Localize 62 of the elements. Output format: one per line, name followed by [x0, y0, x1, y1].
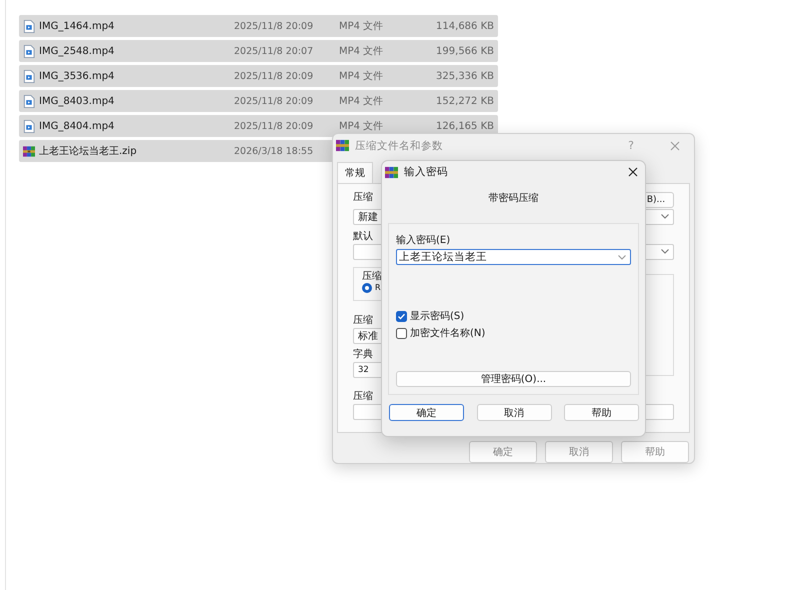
file-size: 325,336 KB — [436, 70, 494, 82]
file-size: 114,686 KB — [436, 20, 494, 32]
file-row[interactable]: IMG_2548.mp4 2025/11/8 20:07 MP4 文件 199,566 KB — [19, 40, 498, 62]
checkbox[interactable] — [396, 310, 407, 322]
archive-icon — [23, 144, 35, 158]
file-type: MP4 文件 — [339, 21, 384, 32]
chevron-down-icon — [661, 249, 669, 254]
file-size: 199,566 KB — [436, 46, 494, 56]
file-name: IMG_1464.mp4 — [39, 20, 114, 32]
chevron-down-icon — [661, 214, 669, 220]
file-size: 126,165 KB — [436, 120, 494, 132]
file-name: IMG_3536.mp4 — [39, 70, 114, 82]
archive-icon — [336, 139, 349, 152]
file-row[interactable]: IMG_8404.mp4 2025/11/8 20:09 MP4 文件 126,165 KB — [19, 115, 498, 137]
modified-date: 2025/11/8 20:09 — [234, 96, 314, 106]
password-field[interactable]: 上老王论坛当老王 — [396, 249, 631, 265]
video-file-icon — [23, 44, 35, 58]
chevron-down-icon — [618, 254, 626, 260]
modified-date: 2025/11/8 20:09 — [234, 70, 314, 82]
archive-icon — [385, 166, 398, 178]
dialog-heading: 带密码压缩 — [488, 192, 540, 206]
field-label: 字典 — [353, 348, 373, 361]
window-title: 压缩文件名和参数 — [355, 138, 444, 153]
file-name: IMG_8403.mp4 — [39, 96, 114, 106]
field-label: 压缩 — [353, 190, 373, 204]
video-file-icon — [23, 94, 35, 108]
field-label: 默认 — [353, 230, 373, 243]
file-type: MP4 文件 — [339, 121, 384, 132]
radio-label: R — [375, 283, 381, 292]
video-file-icon — [23, 70, 35, 82]
checkbox[interactable] — [396, 328, 407, 338]
window-title: 输入密码 — [404, 165, 449, 179]
file-name: 上老王论坛当老王.zip — [39, 144, 137, 158]
file-row[interactable]: IMG_3536.mp4 2025/11/8 20:09 MP4 文件 325,336 KB — [19, 65, 498, 87]
checkbox-label: 显示密码(S) — [410, 310, 464, 323]
modified-date: 2026/3/18 18:55 — [234, 146, 314, 156]
file-row[interactable]: IMG_8403.mp4 2025/11/8 20:09 MP4 文件 152,272 KB — [19, 90, 498, 112]
modified-date: 2025/11/8 20:07 — [234, 46, 314, 56]
field-label: 输入密码(E) — [396, 234, 452, 247]
file-name: IMG_8404.mp4 — [39, 120, 114, 132]
file-name: IMG_2548.mp4 — [39, 46, 114, 56]
manage-passwords-button[interactable]: 管理密码(O)... — [396, 371, 631, 387]
tab[interactable]: 常规 — [337, 162, 373, 183]
field-label: 压缩 — [353, 390, 373, 403]
file-size: 152,272 KB — [436, 96, 494, 106]
modified-date: 2025/11/8 20:09 — [234, 120, 314, 132]
group-label: 压缩 — [362, 270, 382, 282]
checkbox-label: 加密文件名称(N) — [410, 326, 486, 340]
dialog-button[interactable]: 取消 — [476, 404, 552, 421]
video-file-icon — [23, 20, 35, 32]
dialog-button[interactable]: 确定 — [469, 441, 537, 463]
file-type: MP4 文件 — [339, 71, 384, 82]
dialog-button[interactable]: 帮助 — [564, 404, 639, 421]
modified-date: 2025/11/8 20:09 — [234, 20, 314, 32]
file-type: MP4 文件 — [339, 96, 384, 107]
field-label: 压缩 — [353, 314, 373, 327]
file-row[interactable]: IMG_1464.mp4 2025/11/8 20:09 MP4 文件 114,686 KB — [19, 15, 498, 37]
video-file-icon — [23, 120, 35, 132]
close-icon[interactable] — [628, 167, 638, 177]
dialog-button[interactable]: 确定 — [389, 404, 464, 421]
file-type: MP4 文件 — [339, 46, 384, 57]
radio-button[interactable] — [362, 282, 372, 293]
